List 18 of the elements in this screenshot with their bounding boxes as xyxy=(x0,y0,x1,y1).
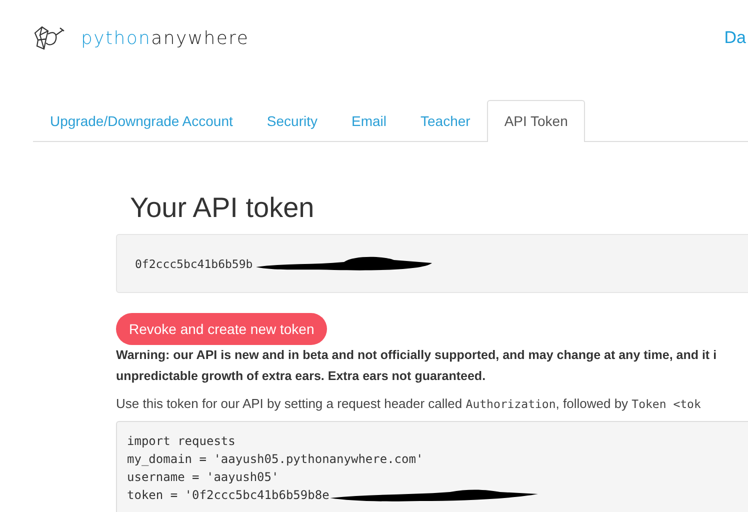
code-line: my_domain = 'aayush05.pythonanywhere.com' xyxy=(127,452,424,466)
code-line: import requests xyxy=(127,434,236,448)
page-heading: Your API token xyxy=(130,192,316,224)
tab[interactable]: Security xyxy=(250,100,334,142)
tab[interactable]: API Token xyxy=(487,100,585,142)
tab[interactable]: Upgrade/Downgrade Account xyxy=(33,100,250,142)
nav-link[interactable]: Da xyxy=(724,28,746,48)
warning-text: Warning: our API is new and in beta and not officially supported, and may change at any time, and it i xyxy=(116,347,718,364)
code-line: username = 'aayush05' xyxy=(127,470,279,484)
tab[interactable]: Teacher xyxy=(404,100,488,142)
code-line: token = '0f2ccc5bc41b6b59b8e xyxy=(127,488,330,502)
usage-text: Use this token for our API by setting a request header called Authorization, followed by Token <tok xyxy=(116,396,702,411)
logo-text[interactable]: python anywhere xyxy=(81,28,250,48)
warning-text: unpredictable growth of extra ears. Extra ears not guaranteed. xyxy=(116,368,487,385)
logo-icon xyxy=(33,25,67,51)
tab[interactable]: Email xyxy=(334,100,404,142)
token-text: 0f2ccc5bc41b6b59b xyxy=(135,256,253,270)
revoke-button[interactable]: Revoke and create new token xyxy=(116,313,328,345)
